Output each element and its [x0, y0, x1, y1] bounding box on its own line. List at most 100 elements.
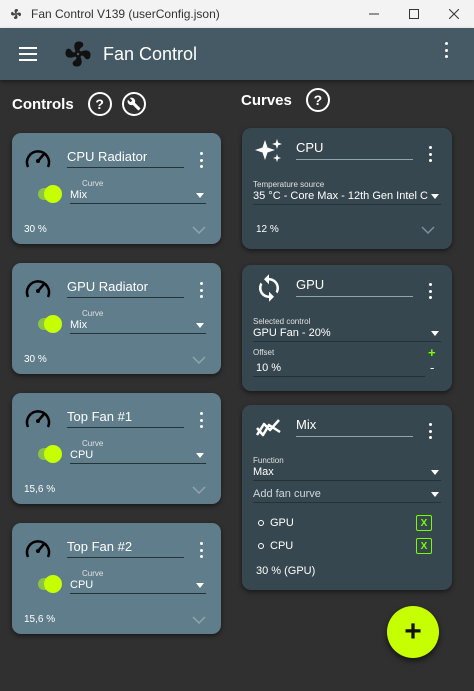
close-button[interactable]	[434, 0, 474, 28]
control-enable-toggle[interactable]	[38, 575, 62, 593]
curves-header: Curves ?	[241, 88, 330, 112]
appbar-more-button[interactable]	[444, 42, 448, 58]
control-enable-toggle[interactable]	[38, 445, 62, 463]
settings-button[interactable]	[121, 92, 146, 116]
curve-value: CPU	[70, 449, 94, 461]
mix-result: 30 % (GPU)	[256, 565, 316, 577]
control-card-gpu-radiator: GPU Radiator Curve Mix 30 %	[12, 263, 221, 374]
control-card-cpu-radiator: CPU Radiator Curve Mix 30 %	[12, 133, 221, 244]
plus-icon: +	[404, 615, 422, 648]
dropdown-caret-icon	[196, 453, 204, 458]
curve-card-gpu: GPU Selected control GPU Fan - 20% Offse…	[242, 265, 452, 391]
chevron-down-icon[interactable]	[192, 616, 206, 624]
add-button[interactable]: +	[387, 606, 439, 658]
curve-more-button[interactable]	[428, 146, 432, 162]
maximize-icon	[409, 9, 419, 19]
dropdown-caret-icon	[431, 492, 439, 497]
dropdown-caret-icon	[196, 583, 204, 588]
chevron-down-icon[interactable]	[192, 486, 206, 494]
curve-percent: 12 %	[256, 224, 279, 235]
remove-member-button[interactable]: X	[416, 538, 432, 554]
fan-logo-icon	[65, 41, 91, 67]
curves-help-button[interactable]: ?	[305, 88, 330, 112]
sync-icon	[259, 274, 279, 302]
menu-button[interactable]	[15, 41, 41, 67]
minimize-icon	[369, 13, 379, 15]
chevron-down-icon[interactable]	[421, 226, 435, 234]
mix-member-row: CPU	[258, 540, 293, 552]
gauge-icon	[25, 410, 51, 428]
control-name[interactable]: CPU Radiator	[67, 149, 184, 168]
curve-name[interactable]: GPU	[296, 277, 413, 297]
selected-control-select[interactable]: GPU Fan - 20%	[253, 327, 441, 342]
control-more-button[interactable]	[199, 542, 203, 558]
offset-plus-button[interactable]: +	[428, 345, 436, 360]
control-enable-toggle[interactable]	[38, 315, 62, 333]
curve-select[interactable]: Mix	[70, 319, 206, 334]
dropdown-caret-icon	[196, 193, 204, 198]
app-title: Fan Control	[103, 43, 198, 64]
curve-more-button[interactable]	[428, 423, 432, 439]
help-icon: ?	[95, 96, 104, 112]
app-bar: Fan Control	[0, 28, 474, 80]
curve-value: Mix	[70, 319, 88, 331]
temperature-source-select[interactable]: 35 °C - Core Max - 12th Gen Intel C	[253, 190, 441, 205]
mix-member-name: CPU	[270, 540, 294, 552]
control-percent: 30 %	[24, 224, 47, 235]
window-titlebar: Fan Control V139 (userConfig.json)	[0, 0, 474, 28]
curve-card-mix: Mix Function Max Add fan curve GPU X CPU…	[242, 405, 452, 590]
curve-select[interactable]: CPU	[70, 449, 206, 464]
control-percent: 15,6 %	[24, 614, 56, 625]
gauge-icon	[25, 150, 51, 168]
selected-control-label: Selected control	[253, 317, 311, 326]
chevron-down-icon[interactable]	[192, 356, 206, 364]
chevron-down-icon[interactable]	[192, 226, 206, 234]
curve-label: Curve	[82, 309, 104, 318]
curve-label: Curve	[82, 569, 104, 578]
control-enable-toggle[interactable]	[38, 185, 62, 203]
curve-name[interactable]: CPU	[296, 140, 413, 160]
dropdown-caret-icon	[431, 194, 439, 199]
remove-member-button[interactable]: X	[416, 515, 432, 531]
control-name[interactable]: Top Fan #2	[67, 539, 184, 558]
gauge-icon	[25, 540, 51, 558]
add-fan-curve-select[interactable]: Add fan curve	[253, 488, 441, 503]
curves-title: Curves	[241, 91, 292, 109]
function-select[interactable]: Max	[253, 466, 441, 481]
offset-input[interactable]: 10 %	[253, 362, 425, 377]
control-name[interactable]: Top Fan #1	[67, 409, 184, 428]
curve-card-cpu: CPU Temperature source 35 °C - Core Max …	[242, 128, 452, 249]
selected-control-value: GPU Fan - 20%	[253, 327, 331, 339]
control-more-button[interactable]	[199, 412, 203, 428]
curve-value: CPU	[70, 579, 94, 591]
offset-minus-button[interactable]: -	[430, 360, 434, 375]
gauge-icon	[25, 280, 51, 298]
controls-help-button[interactable]: ?	[87, 92, 112, 116]
curve-value: Mix	[70, 189, 88, 201]
control-name[interactable]: GPU Radiator	[67, 279, 184, 298]
control-more-button[interactable]	[199, 282, 203, 298]
bullet-icon	[258, 543, 264, 549]
control-more-button[interactable]	[199, 152, 203, 168]
window-title: Fan Control V139 (userConfig.json)	[31, 7, 220, 21]
control-percent: 30 %	[24, 354, 47, 365]
bullet-icon	[258, 520, 264, 526]
mix-chart-icon	[255, 419, 281, 437]
mix-member-row: GPU	[258, 517, 294, 529]
curve-select[interactable]: Mix	[70, 189, 206, 204]
curve-more-button[interactable]	[428, 283, 432, 299]
dropdown-caret-icon	[196, 323, 204, 328]
dropdown-caret-icon	[431, 331, 439, 336]
app-fan-icon	[9, 7, 23, 21]
temperature-source-value: 35 °C - Core Max - 12th Gen Intel C	[253, 190, 428, 202]
function-value: Max	[253, 466, 274, 478]
minimize-button[interactable]	[354, 0, 394, 28]
add-fan-curve-placeholder: Add fan curve	[253, 488, 321, 500]
sparkle-icon	[255, 139, 282, 162]
maximize-button[interactable]	[394, 0, 434, 28]
wrench-icon	[127, 97, 141, 111]
dropdown-caret-icon	[431, 470, 439, 475]
curve-select[interactable]: CPU	[70, 579, 206, 594]
curve-name[interactable]: Mix	[296, 417, 413, 437]
hamburger-icon	[19, 47, 37, 61]
